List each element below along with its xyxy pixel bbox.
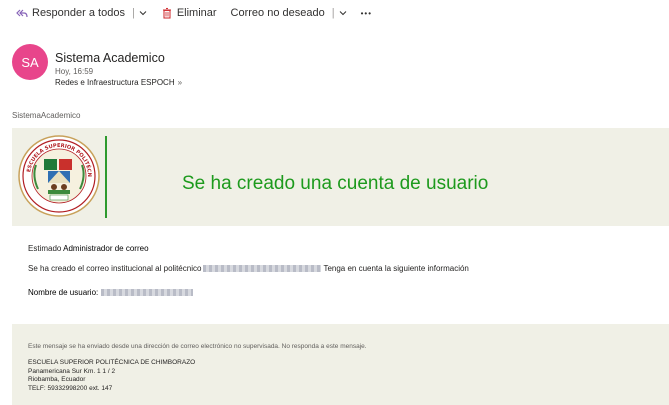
- greeting-prefix: Estimado: [28, 244, 62, 253]
- redacted-student-name: [203, 265, 322, 272]
- reply-all-label: Responder a todos: [32, 7, 125, 19]
- footer-address-line1: Panamericana Sur Km. 1 1 / 2: [28, 367, 116, 375]
- message-date: Hoy, 16:59: [55, 67, 94, 76]
- chevron-down-icon[interactable]: [139, 9, 147, 17]
- greeting: Estimado Administrador de correo: [28, 244, 149, 253]
- footer-address: ESCUELA SUPERIOR POLITÉCNICA DE CHIMBORA…: [28, 359, 195, 393]
- unmonitored-notice: Este mensaje se ha enviado desde una dir…: [28, 343, 367, 350]
- line2-suffix: Tenga en cuenta la siguiente información: [323, 264, 469, 273]
- junk-label: Correo no deseado: [230, 7, 325, 19]
- sender-name[interactable]: Sistema Academico: [55, 51, 165, 65]
- email-banner: ESCUELA SUPERIOR POLITÉCNICA Se ha cread…: [12, 128, 669, 226]
- username-line: Nombre de usuario:: [28, 288, 195, 297]
- banner-divider: [105, 136, 107, 218]
- recipient-name: Redes e Infraestructura ESPOCH: [55, 78, 175, 87]
- separator: |: [131, 7, 135, 19]
- more-icon: •••: [360, 8, 372, 18]
- line2-prefix: Se ha creado el correo institucional al …: [28, 264, 202, 273]
- account-created-line: Se ha creado el correo institucional al …: [28, 264, 469, 273]
- footer-org: ESCUELA SUPERIOR POLITÉCNICA DE CHIMBORA…: [28, 359, 196, 366]
- footer-address-line2: Riobamba, Ecuador: [28, 376, 86, 383]
- greeting-role: Administrador de correo: [63, 244, 149, 253]
- chevron-down-icon[interactable]: »: [178, 78, 182, 87]
- trash-icon: [162, 7, 171, 19]
- delete-label: Eliminar: [176, 7, 217, 19]
- email-footer: Este mensaje se ha enviado desde una dir…: [12, 324, 669, 405]
- espoch-seal-logo: ESCUELA SUPERIOR POLITÉCNICA: [18, 135, 100, 217]
- reply-all-button[interactable]: Responder a todos |: [16, 7, 147, 19]
- reply-all-icon: [16, 9, 28, 18]
- footer-phone: TELF: 59332998200 ext. 147: [28, 384, 113, 392]
- more-actions-button[interactable]: •••: [361, 9, 372, 18]
- redacted-username: [101, 289, 194, 296]
- from-label: SistemaAcademico: [12, 111, 81, 120]
- command-bar: Responder a todos | Eliminar Correo no d…: [0, 0, 669, 26]
- chevron-down-icon[interactable]: [339, 9, 347, 17]
- delete-button[interactable]: Eliminar: [161, 7, 217, 19]
- separator: |: [331, 7, 335, 19]
- username-label: Nombre de usuario:: [28, 288, 99, 297]
- avatar[interactable]: SA: [12, 44, 48, 80]
- banner-title: Se ha creado una cuenta de usuario: [182, 173, 489, 194]
- junk-button[interactable]: Correo no deseado |: [231, 7, 347, 19]
- recipient[interactable]: Redes e Infraestructura ESPOCH»: [55, 78, 182, 87]
- email-body: Estimado Administrador de correo Se ha c…: [12, 229, 669, 313]
